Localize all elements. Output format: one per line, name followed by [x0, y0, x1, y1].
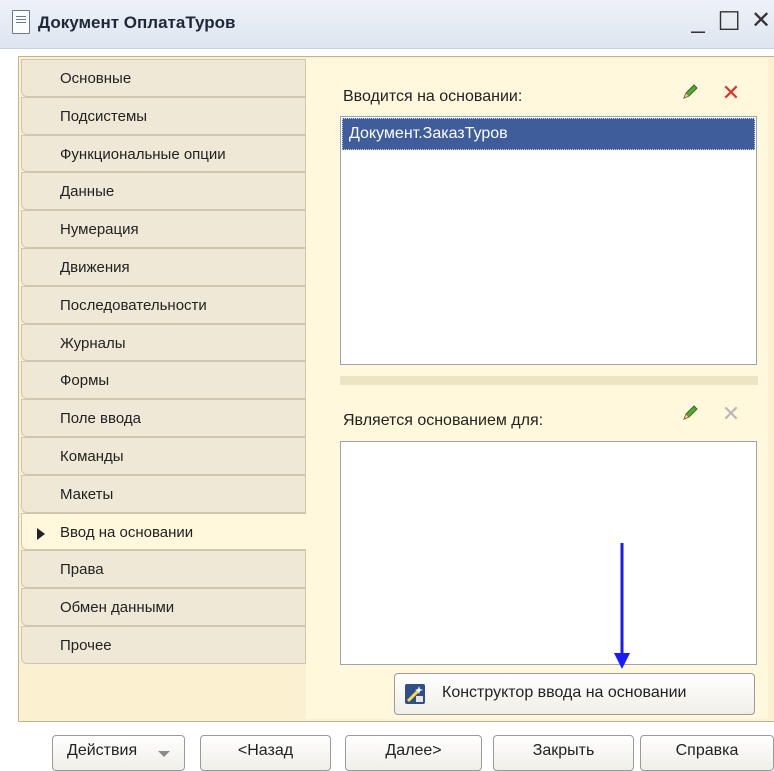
tab-prochee[interactable]: Прочее — [21, 625, 306, 664]
annotation-arrow — [614, 543, 630, 669]
tab-label: Функциональные опции — [60, 145, 226, 163]
tab-label: Нумерация — [60, 221, 139, 239]
tab-label: Прочее — [60, 636, 112, 654]
tab-label: Журналы — [60, 334, 126, 352]
next-label: Далее> — [385, 742, 442, 759]
tab-zhurnaly[interactable]: Журналы — [21, 323, 306, 362]
close-button[interactable]: Закрыть — [493, 735, 634, 771]
tab-funkcionalnye-opcii[interactable]: Функциональные опции — [21, 134, 306, 173]
close-window-button[interactable]: ✕ — [748, 6, 774, 36]
help-label: Справка — [675, 742, 739, 759]
tab-dvizheniya[interactable]: Движения — [21, 247, 306, 286]
tab-label: Основные — [60, 70, 132, 87]
tab-label: Движения — [60, 258, 130, 276]
maximize-button[interactable]: ☐ — [716, 6, 742, 36]
tab-komandy[interactable]: Команды — [21, 436, 306, 475]
based-on-list[interactable]: Документ.ЗаказТуров — [340, 116, 757, 365]
tab-vvod-na-osnovanii[interactable]: Ввод на основании — [21, 512, 311, 551]
tab-osnovnye[interactable]: Основные — [21, 59, 306, 97]
window-title: Документ ОплатаТуров — [38, 13, 236, 32]
basis-for-list[interactable] — [340, 441, 757, 665]
actions-button[interactable]: Действия — [52, 735, 185, 771]
tab-label: Макеты — [60, 485, 114, 503]
list-item-selected[interactable]: Документ.ЗаказТуров — [342, 118, 755, 150]
tab-numeraciya[interactable]: Нумерация — [21, 210, 306, 248]
next-button[interactable]: Далее> — [345, 735, 482, 771]
tab-prava[interactable]: Права — [21, 550, 306, 589]
tab-list: Основные Подсистемы Функциональные опции… — [21, 59, 311, 664]
chevron-down-icon — [158, 751, 170, 757]
tab-obmen-dannymi[interactable]: Обмен данными — [21, 588, 306, 626]
splitter[interactable] — [340, 376, 758, 385]
delete-icon-disabled: ✕ — [721, 401, 741, 426]
tab-pole-vvoda[interactable]: Поле ввода — [21, 399, 306, 437]
tab-label: Обмен данными — [60, 599, 175, 617]
constructor-button[interactable]: Конструктор ввода на основании — [394, 673, 755, 715]
pencil-icon[interactable] — [680, 82, 700, 102]
tab-label: Поле ввода — [60, 410, 141, 428]
tab-label: Данные — [60, 183, 115, 201]
pencil-icon[interactable] — [680, 403, 700, 423]
delete-icon[interactable]: ✕ — [720, 82, 742, 104]
tab-label: Права — [60, 561, 104, 579]
tab-formy[interactable]: Формы — [21, 361, 306, 400]
document-icon — [12, 10, 30, 34]
tab-label: Команды — [60, 447, 124, 465]
constructor-wand-icon — [405, 684, 425, 704]
tab-podsistemy[interactable]: Подсистемы — [21, 96, 306, 135]
help-button[interactable]: Справка — [640, 735, 774, 771]
back-button[interactable]: <Назад — [200, 735, 331, 771]
minimize-button[interactable]: _ — [685, 6, 711, 36]
constructor-button-label: Конструктор ввода на основании — [442, 684, 687, 701]
basis-for-label: Является основанием для: — [343, 412, 544, 429]
actions-label: Действия — [67, 742, 138, 759]
tab-posledovatelnosti[interactable]: Последовательности — [21, 285, 306, 324]
tab-dannye[interactable]: Данные — [21, 172, 306, 211]
tab-label: Последовательности — [60, 296, 207, 314]
title-bar[interactable]: Документ ОплатаТуров _ ☐ ✕ — [0, 0, 774, 49]
close-label: Закрыть — [532, 742, 595, 759]
configuration-window: Документ ОплатаТуров _ ☐ ✕ Основные Подс… — [0, 0, 774, 771]
based-on-label: Вводится на основании: — [343, 88, 523, 105]
tab-label: Ввод на основании — [60, 523, 194, 541]
tab-makety[interactable]: Макеты — [21, 474, 306, 513]
tab-label: Подсистемы — [60, 107, 148, 125]
tab-label: Формы — [60, 372, 110, 390]
active-tab-marker-icon — [37, 527, 45, 540]
back-label: <Назад — [237, 742, 294, 759]
